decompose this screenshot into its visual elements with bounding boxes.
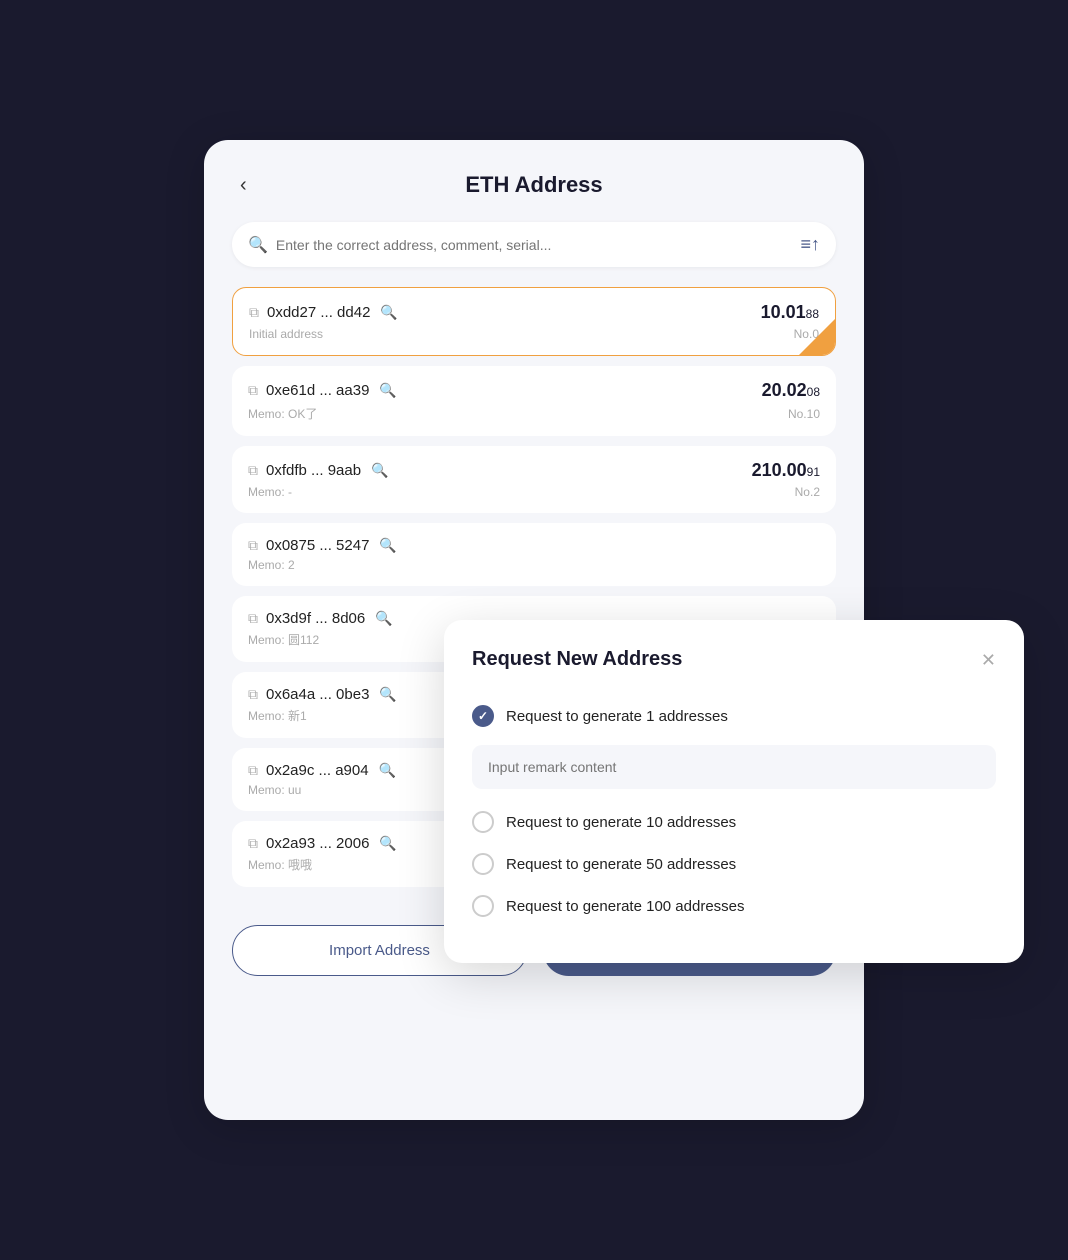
- search-addr-icon-2[interactable]: 🔍: [371, 462, 388, 479]
- copy-icon-5[interactable]: ⧉: [248, 686, 258, 703]
- address-item-1[interactable]: ⧉ 0xe61d ... aa39 🔍 20.02 08 Memo: OK了 N…: [232, 366, 836, 436]
- address-text-0: 0xdd27 ... dd42: [267, 304, 370, 321]
- address-item-2[interactable]: ⧉ 0xfdfb ... 9aab 🔍 210.00 91 Memo: - No…: [232, 446, 836, 513]
- modal-title: Request New Address: [472, 648, 682, 671]
- modal-header: Request New Address ✕: [472, 648, 996, 671]
- number-badge-2: No.2: [795, 485, 820, 499]
- header: ‹ ETH Address: [232, 172, 836, 198]
- memo-1: Memo: OK了: [248, 405, 317, 422]
- address-text-5: 0x6a4a ... 0be3: [266, 686, 369, 703]
- address-text-3: 0x0875 ... 5247: [266, 537, 369, 554]
- radio-circle-2: [472, 853, 494, 875]
- filter-icon[interactable]: ≡↑: [800, 234, 820, 255]
- search-input[interactable]: [276, 237, 793, 253]
- memo-6: Memo: uu: [248, 783, 301, 797]
- address-item-3[interactable]: ⧉ 0x0875 ... 5247 🔍 Memo: 2: [232, 523, 836, 586]
- back-button[interactable]: ‹: [232, 170, 255, 201]
- radio-label-2: Request to generate 50 addresses: [506, 856, 736, 873]
- address-text-1: 0xe61d ... aa39: [266, 382, 369, 399]
- address-item-0[interactable]: ⧉ 0xdd27 ... dd42 🔍 10.01 88 Initial add…: [232, 287, 836, 356]
- amount-2: 210.00 91: [752, 460, 820, 481]
- amount-1: 20.02 08: [762, 380, 820, 401]
- search-addr-icon-4[interactable]: 🔍: [375, 610, 392, 627]
- address-text-4: 0x3d9f ... 8d06: [266, 610, 365, 627]
- address-text-2: 0xfdfb ... 9aab: [266, 462, 361, 479]
- modal-close-button[interactable]: ✕: [981, 651, 996, 669]
- radio-label-3: Request to generate 100 addresses: [506, 898, 745, 915]
- memo-0: Initial address: [249, 327, 323, 341]
- radio-checkmark-0: ✓: [478, 709, 488, 723]
- modal-card: Request New Address ✕ ✓ Request to gener…: [444, 620, 1024, 963]
- search-addr-icon-6[interactable]: 🔍: [379, 762, 396, 779]
- address-text-7: 0x2a93 ... 2006: [266, 835, 369, 852]
- search-addr-icon-7[interactable]: 🔍: [379, 835, 396, 852]
- memo-3: Memo: 2: [248, 558, 295, 572]
- copy-icon-2[interactable]: ⧉: [248, 462, 258, 479]
- search-addr-icon-1[interactable]: 🔍: [379, 382, 396, 399]
- memo-2: Memo: -: [248, 485, 292, 499]
- active-corner: [799, 319, 835, 355]
- radio-option-2[interactable]: Request to generate 50 addresses: [472, 843, 996, 885]
- search-addr-icon-3[interactable]: 🔍: [379, 537, 396, 554]
- radio-option-3[interactable]: Request to generate 100 addresses: [472, 885, 996, 927]
- radio-option-1[interactable]: Request to generate 10 addresses: [472, 801, 996, 843]
- copy-icon-3[interactable]: ⧉: [248, 537, 258, 554]
- page-title: ETH Address: [465, 172, 602, 198]
- search-addr-icon-5[interactable]: 🔍: [379, 686, 396, 703]
- radio-label-0: Request to generate 1 addresses: [506, 708, 728, 725]
- radio-label-1: Request to generate 10 addresses: [506, 814, 736, 831]
- copy-icon-0[interactable]: ⧉: [249, 304, 259, 321]
- copy-icon-7[interactable]: ⧉: [248, 835, 258, 852]
- search-addr-icon-0[interactable]: 🔍: [380, 304, 397, 321]
- remark-input[interactable]: [472, 745, 996, 789]
- radio-circle-1: [472, 811, 494, 833]
- radio-circle-0: ✓: [472, 705, 494, 727]
- memo-7: Memo: 哦哦: [248, 856, 312, 873]
- search-bar: 🔍 ≡↑: [232, 222, 836, 267]
- address-text-6: 0x2a9c ... a904: [266, 762, 369, 779]
- copy-icon-4[interactable]: ⧉: [248, 610, 258, 627]
- search-icon: 🔍: [248, 235, 268, 255]
- radio-option-0[interactable]: ✓ Request to generate 1 addresses: [472, 695, 996, 737]
- number-badge-1: No.10: [788, 407, 820, 421]
- copy-icon-1[interactable]: ⧉: [248, 382, 258, 399]
- memo-5: Memo: 新1: [248, 707, 307, 724]
- copy-icon-6[interactable]: ⧉: [248, 762, 258, 779]
- radio-circle-3: [472, 895, 494, 917]
- main-card: ‹ ETH Address 🔍 ≡↑ ⧉ 0xdd27 ... dd42 🔍 1…: [204, 140, 864, 1120]
- memo-4: Memo: 圆112: [248, 631, 319, 648]
